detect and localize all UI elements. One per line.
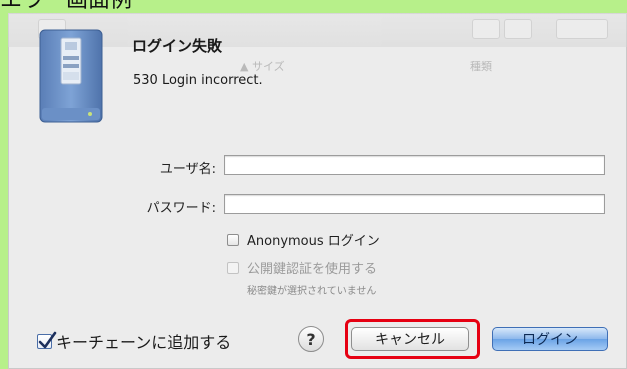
ghost-button <box>504 19 532 39</box>
checkbox-box <box>227 261 239 274</box>
anonymous-login-label: Anonymous ログイン <box>247 234 380 249</box>
add-to-keychain-label: キーチェーンに追加する <box>56 333 232 352</box>
username-label: ユーザ名: <box>159 162 216 177</box>
help-button[interactable]: ? <box>298 326 324 352</box>
ghost-search <box>556 19 608 39</box>
ghost-button <box>472 19 500 39</box>
cancel-button[interactable]: キャンセル <box>351 327 469 351</box>
password-field[interactable] <box>224 194 605 214</box>
login-failed-dialog: ▲ サイズ 種類 ログイン失敗 530 Login incorrect. ユーザ… <box>8 13 627 369</box>
caption-title: エラー画面例 <box>0 0 133 13</box>
error-message: 530 Login incorrect. <box>133 73 263 88</box>
public-key-auth-label: 公開鍵認証を使用する <box>247 262 378 277</box>
add-to-keychain-checkbox[interactable]: キーチェーンに追加する <box>37 329 231 353</box>
private-key-note: 秘密鍵が選択されていません <box>247 286 377 297</box>
password-label: パスワード: <box>146 201 216 216</box>
login-button[interactable]: ログイン <box>492 327 608 351</box>
anonymous-login-checkbox[interactable]: Anonymous ログイン <box>227 230 380 249</box>
ghost-column-size: ▲ サイズ <box>240 60 285 73</box>
dialog-title: ログイン失敗 <box>132 37 223 55</box>
public-key-auth-checkbox: 公開鍵認証を使用する <box>227 258 377 277</box>
username-field[interactable] <box>224 155 605 175</box>
checkbox-checked-icon[interactable] <box>37 331 57 349</box>
ghost-column-kind: 種類 <box>470 60 492 73</box>
checkbox-box[interactable] <box>227 233 239 246</box>
network-drive-icon <box>39 29 103 123</box>
